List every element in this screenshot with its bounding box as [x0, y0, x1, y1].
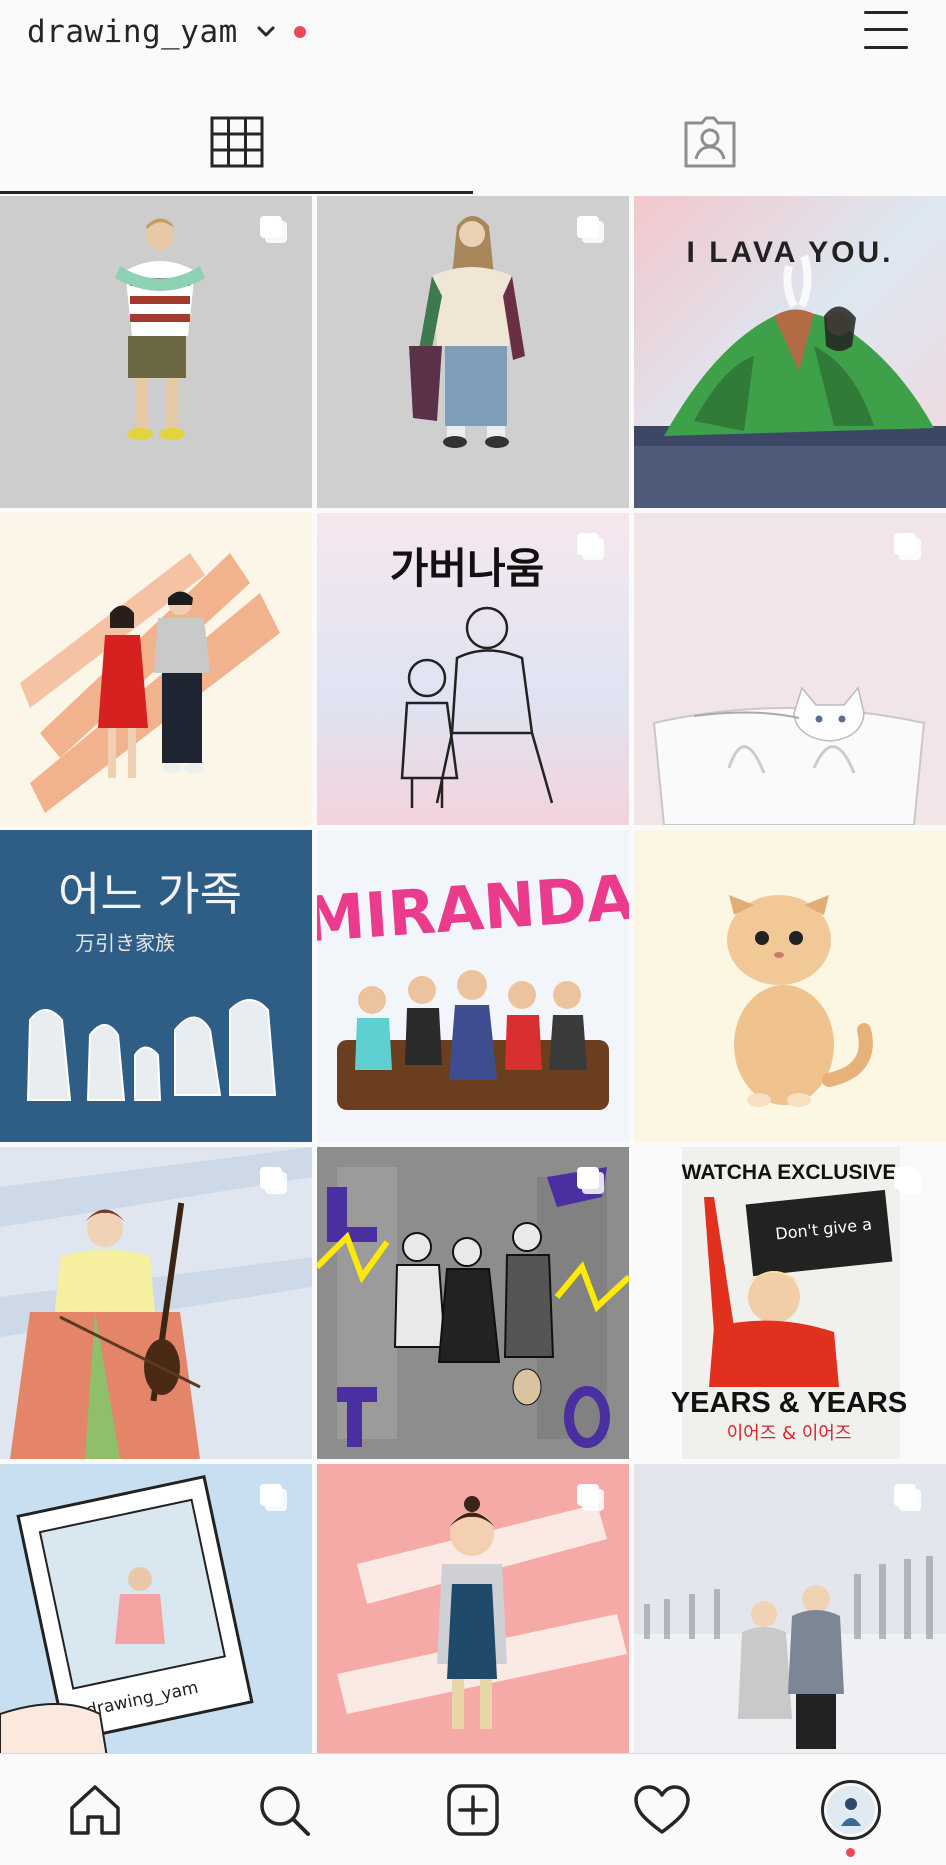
post-6[interactable]: [634, 513, 946, 825]
post-12[interactable]: WATCHA EXCLUSIVE Don't give a YEARS & YE…: [634, 1147, 946, 1459]
notification-dot: [293, 26, 306, 38]
post-3-caption: I LAVA YOU.: [687, 236, 894, 269]
nav-home[interactable]: [0, 1754, 189, 1865]
multi-photo-icon: [260, 1167, 287, 1194]
post-8[interactable]: MIRANDA: [317, 830, 629, 1142]
profile-notification-dot: [846, 1848, 855, 1857]
nav-search[interactable]: [189, 1754, 378, 1865]
nav-activity[interactable]: [567, 1754, 756, 1865]
post-image: 어느 가족 万引き家族: [0, 830, 312, 1142]
post-7-caption: 어느 가족: [58, 867, 242, 921]
multi-photo-icon: [577, 1484, 604, 1511]
multi-photo-icon: [577, 533, 604, 560]
post-12-years: YEARS & YEARS: [671, 1387, 907, 1419]
top-bar: drawing_yam: [0, 0, 946, 68]
post-11[interactable]: [317, 1147, 629, 1459]
multi-photo-icon: [577, 1167, 604, 1194]
post-image: [0, 513, 312, 825]
bottom-navigation: [0, 1753, 946, 1865]
post-1[interactable]: [0, 196, 312, 508]
chevron-down-icon: [257, 26, 275, 37]
multi-photo-icon: [894, 1167, 921, 1194]
post-grid: I LAVA YOU. 가버나움 어느 가족 万引き家族 MIRANDA WAT…: [0, 196, 946, 1753]
grid-icon: [210, 116, 263, 168]
post-13[interactable]: @drawing_yam: [0, 1464, 312, 1753]
active-tab-indicator: [0, 191, 473, 194]
post-5-caption: 가버나움: [390, 544, 545, 593]
post-7[interactable]: 어느 가족 万引き家族: [0, 830, 312, 1142]
post-14[interactable]: [317, 1464, 629, 1753]
post-5[interactable]: 가버나움: [317, 513, 629, 825]
post-12-subtitle: 이어즈 & 이어즈: [727, 1423, 852, 1444]
multi-photo-icon: [260, 1484, 287, 1511]
heart-icon: [633, 1785, 690, 1834]
avatar: [820, 1780, 881, 1840]
post-image: [634, 830, 946, 1142]
profile-tabs: [0, 90, 946, 196]
post-7-subcaption: 万引き家族: [75, 931, 175, 955]
avatar-image: [826, 1786, 875, 1834]
tab-tagged[interactable]: [473, 90, 946, 194]
menu-icon[interactable]: [862, 7, 910, 53]
home-icon: [69, 1785, 120, 1835]
post-image: MIRANDA: [317, 830, 629, 1142]
plus-square-icon: [446, 1784, 499, 1836]
multi-photo-icon: [894, 533, 921, 560]
multi-photo-icon: [894, 1484, 921, 1511]
post-4[interactable]: [0, 513, 312, 825]
tab-grid[interactable]: [0, 90, 473, 194]
multi-photo-icon: [260, 216, 287, 243]
multi-photo-icon: [577, 216, 604, 243]
username: drawing_yam: [27, 14, 238, 50]
post-10[interactable]: [0, 1147, 312, 1459]
post-9[interactable]: [634, 830, 946, 1142]
nav-new-post[interactable]: [378, 1754, 567, 1865]
post-image: I LAVA YOU.: [634, 196, 946, 508]
search-icon: [259, 1786, 310, 1836]
post-12-caption: WATCHA EXCLUSIVE: [682, 1161, 897, 1184]
post-3[interactable]: I LAVA YOU.: [634, 196, 946, 508]
tagged-person-icon: [684, 116, 735, 168]
account-switcher[interactable]: drawing_yam: [27, 8, 306, 56]
post-15[interactable]: [634, 1464, 946, 1753]
post-2[interactable]: [317, 196, 629, 508]
